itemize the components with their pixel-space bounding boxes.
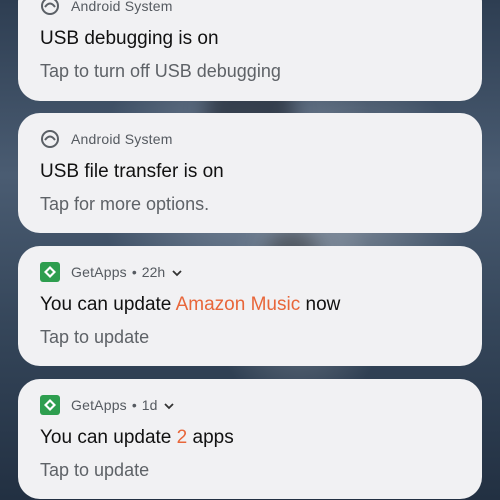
notification-title: You can update Amazon Music now [40, 294, 340, 316]
notification-getapps-amazon-music[interactable]: GetApps • 22h You can update Amazon Musi… [18, 246, 482, 366]
app-name: GetApps [71, 397, 127, 413]
notification-subtitle: Tap for more options. [40, 194, 210, 214]
notification-title: USB file transfer is on [40, 161, 224, 182]
notification-usb-debugging[interactable]: Android System USB debugging is on Tap t… [18, 0, 482, 101]
notification-title: You can update 2 apps [40, 427, 234, 449]
app-name: GetApps [71, 264, 127, 280]
title-text: now [300, 294, 341, 315]
notification-subtitle: Tap to turn off USB debugging [40, 61, 281, 81]
getapps-icon [40, 262, 60, 282]
separator-dot: • [131, 397, 137, 413]
title-text: apps [187, 427, 234, 448]
android-system-icon [40, 129, 60, 149]
notification-title: USB debugging is on [40, 28, 219, 49]
separator-dot: • [131, 264, 137, 280]
notification-header: GetApps • 1d [40, 394, 175, 416]
app-name: Android System [71, 131, 173, 147]
notification-time: 22h [141, 264, 166, 280]
notification-time: 1d [141, 397, 158, 413]
title-text: You can update [40, 427, 177, 448]
getapps-icon [40, 395, 60, 415]
notification-header: Android System [40, 128, 173, 150]
app-name: Android System [71, 0, 173, 14]
title-highlight: 2 [176, 427, 188, 448]
chevron-down-icon[interactable] [171, 266, 183, 278]
notification-getapps-update-apps[interactable]: GetApps • 1d You can update 2 apps Tap t… [18, 379, 482, 499]
notification-usb-file-transfer[interactable]: Android System USB file transfer is on T… [18, 113, 482, 233]
notification-subtitle: Tap to update [40, 460, 150, 480]
notification-subtitle: Tap to update [40, 327, 150, 347]
notification-header: GetApps • 22h [40, 261, 183, 283]
notification-header: Android System [40, 0, 173, 17]
chevron-down-icon[interactable] [163, 399, 175, 411]
title-text: You can update [40, 294, 176, 315]
android-system-icon [40, 0, 60, 16]
title-highlight: Amazon Music [175, 294, 301, 315]
